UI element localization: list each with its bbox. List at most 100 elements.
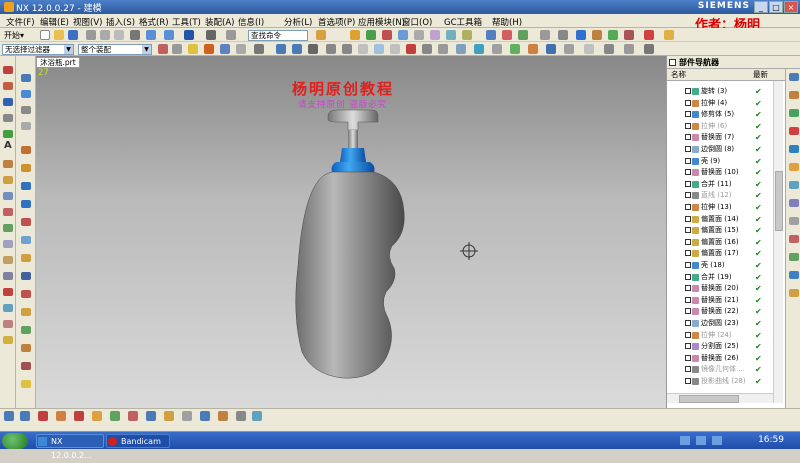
measure-icon[interactable] xyxy=(540,30,550,40)
sketch-icon[interactable] xyxy=(316,30,326,40)
system-clock[interactable]: 16:59 xyxy=(758,435,784,445)
delete-icon[interactable] xyxy=(130,30,140,40)
menu-analysis[interactable]: 分析(L) xyxy=(284,16,312,28)
select-point-icon[interactable] xyxy=(128,411,138,421)
feature-checkbox[interactable] xyxy=(685,296,691,303)
polygon-icon[interactable] xyxy=(374,44,384,54)
system-scenes-icon[interactable] xyxy=(789,271,799,279)
snap-tangent-icon[interactable] xyxy=(236,411,246,421)
extrude-icon[interactable] xyxy=(350,30,360,40)
menu-format[interactable]: 格式(R) xyxy=(139,16,169,28)
window-icon[interactable] xyxy=(226,30,236,40)
navigator-feature-row[interactable]: 修剪体 (5) ✔ xyxy=(667,109,777,120)
color-icon[interactable] xyxy=(206,30,216,40)
system-materials-icon[interactable] xyxy=(789,199,799,207)
trim-icon[interactable] xyxy=(456,44,466,54)
navigator-feature-row[interactable]: 投影曲线 (28) ✔ xyxy=(667,376,777,387)
feature-checkbox[interactable] xyxy=(685,227,691,234)
navigator-horizontal-scrollbar[interactable] xyxy=(667,393,773,403)
spline-tool-icon[interactable] xyxy=(3,130,13,138)
select-sketch-icon[interactable] xyxy=(182,411,192,421)
draft-tool-icon[interactable] xyxy=(3,320,13,328)
navigator-feature-row[interactable]: 边倒圆 (8) ✔ xyxy=(667,144,777,155)
fillet-curve-icon[interactable] xyxy=(422,44,432,54)
navigator-feature-row[interactable]: 替换面 (10) ✔ xyxy=(667,167,777,178)
feature-checkbox[interactable] xyxy=(685,111,691,118)
display-mode-icon[interactable] xyxy=(184,30,194,40)
helix-icon[interactable] xyxy=(624,44,634,54)
wcs-icon[interactable] xyxy=(546,44,556,54)
feature-checkbox[interactable] xyxy=(685,308,691,315)
undo-icon[interactable] xyxy=(146,30,156,40)
snap-quadrant-icon[interactable] xyxy=(218,411,228,421)
feature-checkbox[interactable] xyxy=(685,134,691,141)
arc-tool-icon[interactable] xyxy=(3,82,13,90)
cone-icon[interactable] xyxy=(21,106,31,114)
navigator-feature-row[interactable]: 拉伸 (4) ✔ xyxy=(667,98,777,109)
navigator-feature-row[interactable]: 壳 (9) ✔ xyxy=(667,156,777,167)
revolve-tool-icon[interactable] xyxy=(3,192,13,200)
box-select-icon[interactable] xyxy=(254,44,264,54)
offset-face-icon[interactable] xyxy=(21,272,31,280)
history-icon[interactable] xyxy=(789,181,799,189)
gc-tool-icon[interactable] xyxy=(644,30,654,40)
select-feature-icon[interactable] xyxy=(38,411,48,421)
new-file-icon[interactable] xyxy=(40,30,50,40)
constraint-navigator-icon[interactable] xyxy=(789,91,799,99)
menu-insert[interactable]: 插入(S) xyxy=(106,16,135,28)
draft-icon[interactable] xyxy=(462,30,472,40)
document-tab[interactable]: 沐浴瓶.prt xyxy=(36,57,80,68)
column-name-header[interactable]: 名称 xyxy=(671,69,686,81)
chamfer-icon[interactable] xyxy=(430,30,440,40)
text-tool-icon[interactable]: A xyxy=(4,140,12,151)
hd3d-tools-icon[interactable] xyxy=(789,145,799,153)
navigator-feature-row[interactable]: 合并 (11) ✔ xyxy=(667,179,777,190)
unite-icon[interactable] xyxy=(21,146,31,154)
navigator-feature-row[interactable]: 偏置面 (17) ✔ xyxy=(667,248,777,259)
navigator-feature-row[interactable]: 替换面 (7) ✔ xyxy=(667,132,777,143)
offset-curve-icon[interactable] xyxy=(438,44,448,54)
arc-icon[interactable] xyxy=(342,44,352,54)
start-button[interactable] xyxy=(2,433,28,449)
block-icon[interactable] xyxy=(21,74,31,82)
extract-icon[interactable] xyxy=(21,362,31,370)
rectangle-tool-icon[interactable] xyxy=(3,160,13,168)
shell-tool-icon[interactable] xyxy=(3,272,13,280)
ime-tray-icon[interactable] xyxy=(712,436,722,445)
copy-icon[interactable] xyxy=(100,30,110,40)
mirror-body-icon[interactable] xyxy=(21,344,31,352)
manufacturing-wizard-icon[interactable] xyxy=(789,235,799,243)
sew-icon[interactable] xyxy=(21,380,31,388)
feature-checkbox[interactable] xyxy=(685,354,691,361)
part-navigator-icon[interactable] xyxy=(789,109,799,117)
line-icon[interactable] xyxy=(326,44,336,54)
feature-checkbox[interactable] xyxy=(685,273,691,280)
feature-checkbox[interactable] xyxy=(685,262,691,268)
process-studio-icon[interactable] xyxy=(789,217,799,225)
surface-icon[interactable] xyxy=(486,30,496,40)
split-body-icon[interactable] xyxy=(21,218,31,226)
navigator-feature-row[interactable]: 壳 (18) ✔ xyxy=(667,260,777,271)
network-tray-icon[interactable] xyxy=(680,436,690,445)
boolean-icon[interactable] xyxy=(398,30,408,40)
redo-icon[interactable] xyxy=(164,30,174,40)
navigator-feature-row[interactable]: 偏置面 (14) ✔ xyxy=(667,214,777,225)
navigator-feature-row[interactable]: 拉伸 (6) ✔ xyxy=(667,121,777,132)
menu-gc-toolbox[interactable]: GC工具箱 xyxy=(444,16,482,28)
select-face-icon[interactable] xyxy=(56,411,66,421)
intersect-icon[interactable] xyxy=(21,182,31,190)
mirror-icon[interactable] xyxy=(492,44,502,54)
navigator-feature-row[interactable]: 替换面 (21) ✔ xyxy=(667,295,777,306)
curve-icon[interactable] xyxy=(502,30,512,40)
shell-icon[interactable] xyxy=(446,30,456,40)
revolve-icon[interactable] xyxy=(366,30,376,40)
menu-assembly[interactable]: 装配(A) xyxy=(205,16,234,28)
feature-checkbox[interactable] xyxy=(685,146,691,152)
navigator-feature-row[interactable]: 分割面 (25) ✔ xyxy=(667,341,777,352)
loft-tool-icon[interactable] xyxy=(3,224,13,232)
subtract-icon[interactable] xyxy=(21,164,31,172)
feature-checkbox[interactable] xyxy=(685,343,691,350)
circle-tool-icon[interactable] xyxy=(3,98,13,106)
scroll-thumb[interactable] xyxy=(775,171,783,231)
feature-checkbox[interactable] xyxy=(685,157,691,164)
